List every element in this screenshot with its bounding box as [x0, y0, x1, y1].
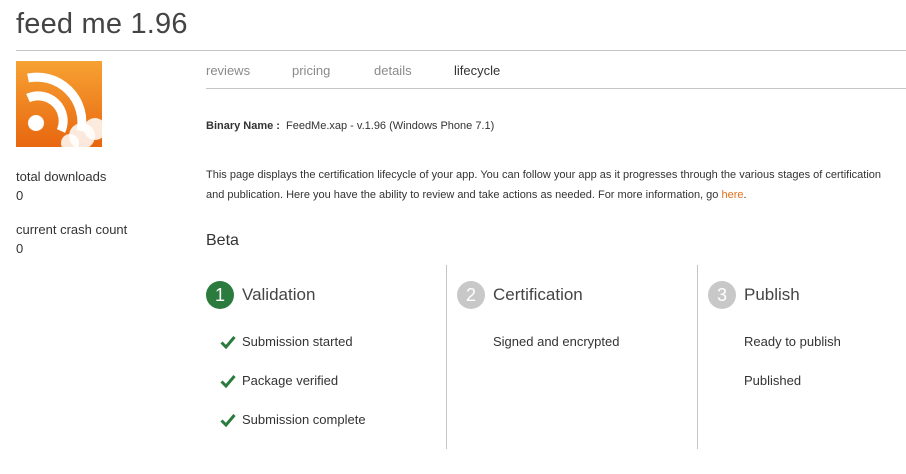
rss-feed-icon: [16, 61, 102, 147]
crash-count-label: current crash count: [16, 222, 128, 237]
binary-name-label: Binary Name :: [206, 120, 280, 132]
section-heading-beta: Beta: [206, 232, 239, 249]
step-label: Ready to publish: [744, 334, 841, 349]
crash-count-value: 0: [16, 241, 24, 256]
stage-number: 3: [708, 281, 736, 309]
lifecycle-description: This page displays the certification lif…: [206, 165, 896, 205]
stage-title: Certification: [493, 285, 583, 304]
stage-certification: 2 Certification: [457, 281, 583, 309]
step-item: Submission started: [220, 334, 353, 349]
step-item: Signed and encrypted: [493, 334, 619, 349]
total-downloads-value: 0: [16, 188, 24, 203]
binary-name-value: FeedMe.xap - v.1.96 (Windows Phone 7.1): [285, 120, 495, 132]
stage-divider: [697, 265, 698, 449]
step-item: Submission complete: [220, 412, 366, 427]
stage-publish: 3 Publish: [708, 281, 800, 309]
description-tail: .: [743, 189, 747, 201]
step-item: Published: [744, 373, 801, 388]
step-item: Ready to publish: [744, 334, 841, 349]
tab-details[interactable]: details: [374, 63, 412, 78]
checkmark-icon: [220, 413, 236, 427]
step-label: Package verified: [242, 373, 339, 388]
step-item: Package verified: [220, 373, 338, 388]
total-downloads-stat: total downloads 0: [16, 169, 106, 203]
step-label: Submission started: [242, 334, 353, 349]
crash-count-stat: current crash count 0: [16, 222, 127, 256]
tab-reviews[interactable]: reviews: [206, 63, 250, 78]
checkmark-icon: [220, 374, 236, 388]
stage-validation: 1 Validation: [206, 281, 315, 309]
stage-number: 2: [457, 281, 485, 309]
stage-divider: [446, 265, 447, 449]
total-downloads-label: total downloads: [16, 169, 107, 184]
stage-title: Validation: [242, 285, 316, 304]
binary-name: Binary Name : FeedMe.xap - v.1.96 (Window…: [206, 120, 494, 132]
title-divider: [16, 50, 906, 51]
checkmark-icon: [220, 335, 236, 349]
more-info-link[interactable]: here: [721, 189, 743, 201]
tab-pricing[interactable]: pricing: [292, 63, 330, 78]
stage-number: 1: [206, 281, 234, 309]
step-label: Signed and encrypted: [493, 334, 620, 349]
tab-divider: [206, 88, 906, 89]
stage-title: Publish: [744, 285, 800, 304]
description-text: This page displays the certification lif…: [206, 169, 882, 201]
app-title: feed me 1.96: [16, 8, 188, 40]
step-label: Submission complete: [242, 412, 366, 427]
step-label: Published: [744, 373, 802, 388]
tab-lifecycle[interactable]: lifecycle: [454, 63, 500, 78]
